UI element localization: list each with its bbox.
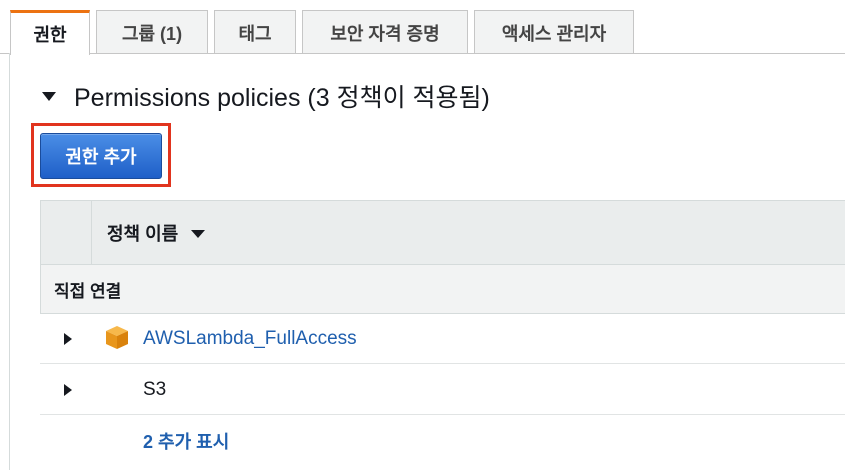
aws-managed-policy-cube-icon (106, 326, 128, 349)
table-row: AWSLambda_FullAccess (40, 314, 845, 364)
tab-tags[interactable]: 태그 (214, 10, 296, 54)
section-title: Permissions policies (3 정책이 적용됨) (74, 84, 490, 112)
group-row-directly-attached: 직접 연결 (40, 264, 845, 314)
sort-caret-icon (191, 230, 206, 238)
expand-caret-icon[interactable] (64, 384, 72, 396)
panel-border (9, 53, 10, 470)
table-row: 2 추가 표시 (40, 416, 845, 466)
header-expand-column (41, 201, 92, 264)
column-header-policy-name[interactable]: 정책 이름 (107, 201, 206, 264)
tab-permissions[interactable]: 권한 (10, 10, 90, 55)
table-header: 정책 이름 (40, 200, 845, 264)
tab-bar: 권한 그룹 (1) 태그 보안 자격 증명 액세스 관리자 (0, 0, 845, 55)
tab-access-advisor[interactable]: 액세스 관리자 (474, 10, 634, 54)
policy-link-lambda[interactable]: AWSLambda_FullAccess (143, 314, 357, 364)
show-more-link[interactable]: 2 추가 표시 (143, 416, 229, 466)
table-row: S3 (40, 365, 845, 415)
caret-down-icon (42, 91, 56, 101)
add-permissions-button[interactable]: 권한 추가 (40, 133, 162, 179)
tab-groups[interactable]: 그룹 (1) (96, 10, 208, 54)
expand-caret-icon[interactable] (64, 333, 72, 345)
permissions-policies-header[interactable]: Permissions policies (3 정책이 적용됨) (42, 78, 490, 114)
tab-divider (0, 53, 845, 54)
tab-security-credentials[interactable]: 보안 자격 증명 (302, 10, 468, 54)
policy-name-s3: S3 (143, 379, 167, 400)
